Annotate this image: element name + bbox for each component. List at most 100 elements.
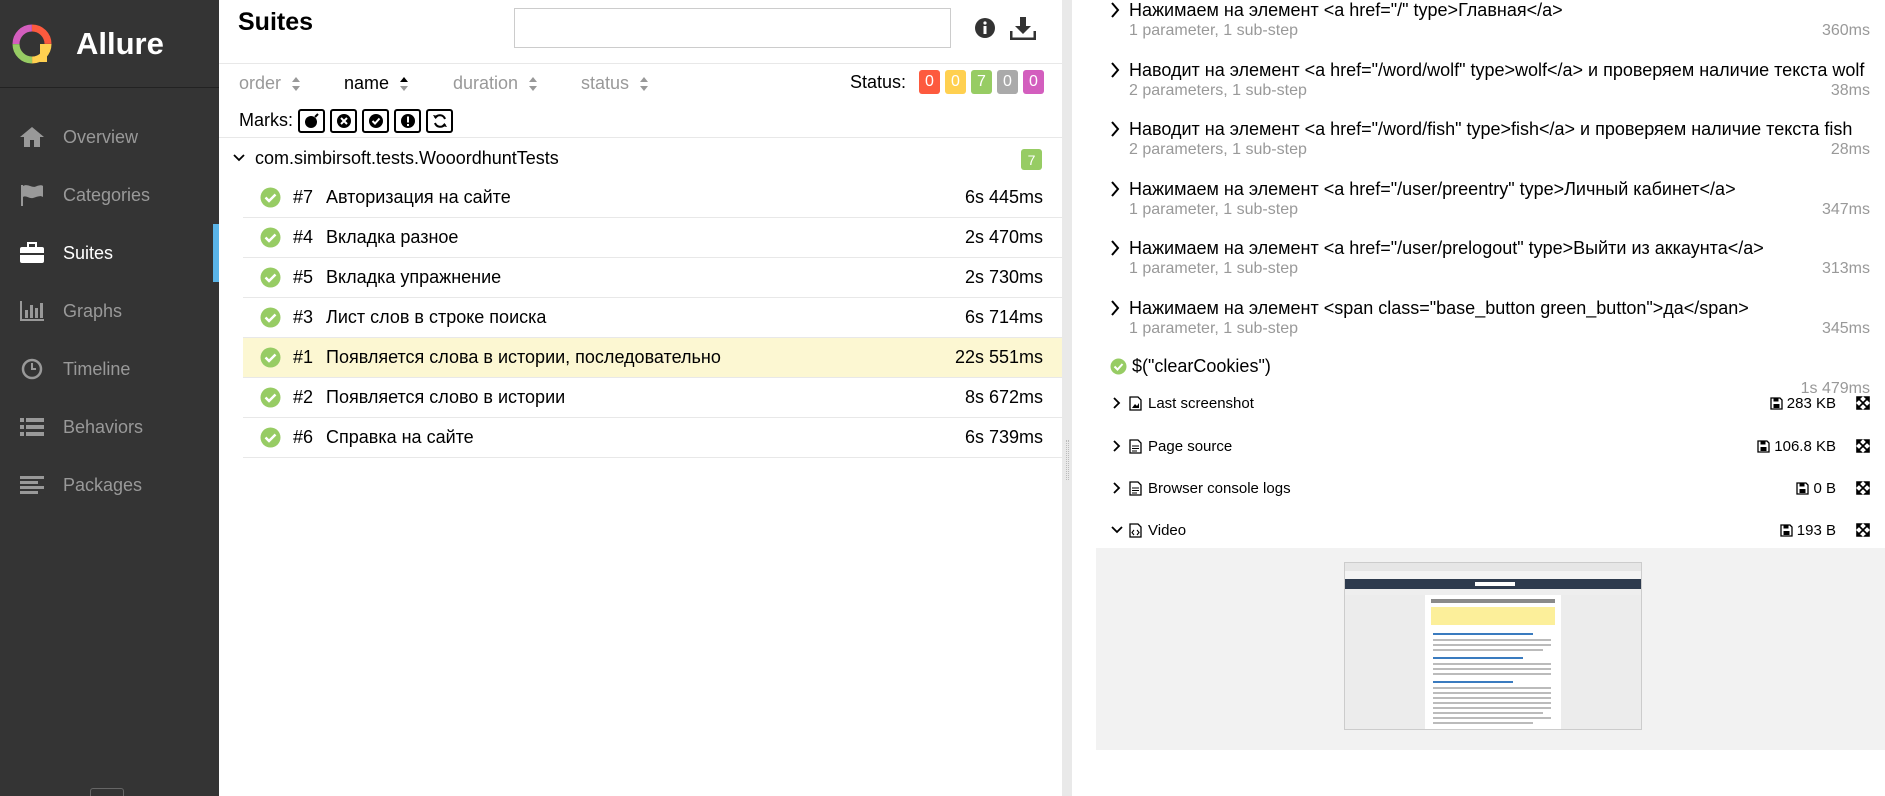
test-details-pane: Нажимаем на элемент <a href="/" type>Гла… xyxy=(1072,0,1885,796)
page-title: Suites xyxy=(238,8,314,36)
splitter-handle-icon[interactable] xyxy=(1066,440,1069,480)
step-duration: 360ms xyxy=(1821,22,1870,39)
mark-new-broken-button[interactable] xyxy=(394,108,421,133)
step-item[interactable]: Нажимаем на элемент <a href="/user/prelo… xyxy=(1110,238,1870,298)
marks-bar: Marks: xyxy=(219,104,1062,138)
test-row[interactable]: #3 Лист слов в строке поиска 6s 714ms xyxy=(243,298,1062,338)
test-row[interactable]: #4 Вкладка разное 2s 470ms xyxy=(243,218,1062,258)
download-button[interactable] xyxy=(1009,14,1037,42)
test-name: Вкладка упражнение xyxy=(326,267,502,287)
suite-group[interactable]: com.simbirsoft.tests.WooordhuntTests 7 xyxy=(219,138,1062,178)
sort-bar: order name duration status Status: 0 0 7… xyxy=(219,64,1062,104)
suite-group-name: com.simbirsoft.tests.WooordhuntTests xyxy=(255,147,559,168)
attachment-name: Page source xyxy=(1148,437,1233,455)
status-failed-badge[interactable]: 0 xyxy=(919,70,940,94)
info-icon xyxy=(975,18,995,38)
sidebar-item-label: Packages xyxy=(63,474,143,495)
pane-splitter[interactable] xyxy=(1062,0,1072,796)
clear-cookies-step[interactable]: $("clearCookies") xyxy=(1110,356,1271,377)
sidebar-item-graphs[interactable]: Graphs xyxy=(0,282,219,340)
test-row[interactable]: #7 Авторизация на сайте 6s 445ms xyxy=(243,178,1062,218)
test-row-selected[interactable]: #1 Появляется слова в истории, последова… xyxy=(243,338,1062,378)
save-icon xyxy=(1780,523,1793,537)
collapse-sidebar-icon[interactable] xyxy=(90,788,124,796)
status-unknown-badge[interactable]: 0 xyxy=(1023,70,1044,94)
mark-new-passed-button[interactable] xyxy=(362,108,389,133)
chevron-right-icon xyxy=(1111,2,1120,18)
test-row[interactable]: #2 Появляется слово в истории 8s 672ms xyxy=(243,378,1062,418)
step-item[interactable]: Нажимаем на элемент <span class="base_bu… xyxy=(1110,298,1870,358)
text-file-icon xyxy=(1129,438,1142,454)
status-skipped-badge[interactable]: 0 xyxy=(997,70,1018,94)
info-button[interactable] xyxy=(971,14,999,42)
test-duration: 6s 739ms xyxy=(964,427,1043,447)
sort-name[interactable]: name xyxy=(344,73,409,94)
passed-status-icon xyxy=(1110,358,1127,375)
attachment-video[interactable]: Video 193 B xyxy=(1110,517,1870,543)
step-duration: 345ms xyxy=(1821,320,1870,337)
attachment-last-screenshot[interactable]: Last screenshot 283 KB xyxy=(1110,390,1870,416)
step-item[interactable]: Нажимаем на элемент <a href="/user/preen… xyxy=(1110,179,1870,239)
test-list: #7 Авторизация на сайте 6s 445ms #4 Вкла… xyxy=(243,178,1062,458)
mark-retries-button[interactable] xyxy=(426,108,453,133)
allure-report-app: Allure Overview Categories Suites Graphs… xyxy=(0,0,1885,796)
attachment-page-source[interactable]: Page source 106.8 KB xyxy=(1110,433,1870,459)
chevron-right-icon xyxy=(1111,121,1120,137)
test-name: Появляется слова в истории, последовател… xyxy=(326,347,721,367)
step-duration: 313ms xyxy=(1821,260,1870,277)
step-title: $("clearCookies") xyxy=(1132,356,1271,376)
sort-order[interactable]: order xyxy=(239,73,301,94)
sidebar-item-overview[interactable]: Overview xyxy=(0,108,219,166)
attachment-name: Last screenshot xyxy=(1148,394,1254,412)
download-icon xyxy=(1010,17,1036,40)
step-item[interactable]: Наводит на элемент <a href="/word/wolf" … xyxy=(1110,60,1870,120)
step-title: Нажимаем на элемент <a href="/user/preen… xyxy=(1129,179,1736,199)
expand-icon[interactable] xyxy=(1856,523,1870,537)
brand[interactable]: Allure xyxy=(0,0,219,88)
status-filter: Status: 0 0 7 0 0 xyxy=(850,70,1044,94)
test-row[interactable]: #6 Справка на сайте 6s 739ms xyxy=(243,418,1062,458)
attachment-size: 193 B xyxy=(1796,521,1836,539)
attachment-size: 106.8 KB xyxy=(1774,437,1836,455)
image-file-icon xyxy=(1129,395,1142,411)
step-item[interactable]: Наводит на элемент <a href="/word/fish" … xyxy=(1110,119,1870,179)
sidebar-item-categories[interactable]: Categories xyxy=(0,166,219,224)
test-number: #6 xyxy=(293,427,314,447)
expand-icon[interactable] xyxy=(1856,439,1870,453)
test-row[interactable]: #5 Вкладка упражнение 2s 730ms xyxy=(243,258,1062,298)
sort-icon xyxy=(639,76,649,92)
step-summary: 2 parameters, 1 sub-step xyxy=(1129,82,1307,99)
sort-status[interactable]: status xyxy=(581,73,649,94)
sidebar: Allure Overview Categories Suites Graphs… xyxy=(0,0,219,796)
sidebar-item-behaviors[interactable]: Behaviors xyxy=(0,398,219,456)
sort-asc-icon xyxy=(399,76,409,92)
list-icon xyxy=(17,414,47,440)
sidebar-item-packages[interactable]: Packages xyxy=(0,456,219,514)
exclamation-circle-icon xyxy=(400,113,415,128)
sort-duration[interactable]: duration xyxy=(453,73,538,94)
sidebar-item-suites[interactable]: Suites xyxy=(0,224,219,282)
test-name: Справка на сайте xyxy=(326,427,474,447)
test-number: #2 xyxy=(293,387,314,407)
video-player[interactable] xyxy=(1344,562,1642,730)
step-item[interactable]: Нажимаем на элемент <a href="/" type>Гла… xyxy=(1110,0,1870,60)
mark-flaky-button[interactable] xyxy=(298,108,325,133)
expand-icon[interactable] xyxy=(1856,396,1870,410)
sidebar-item-label: Timeline xyxy=(63,358,131,379)
test-name: Лист слов в строке поиска xyxy=(326,307,547,327)
test-duration: 6s 445ms xyxy=(964,187,1043,207)
marks-label: Marks: xyxy=(239,110,293,130)
test-number: #1 xyxy=(293,347,314,367)
expand-icon[interactable] xyxy=(1856,481,1870,495)
status-passed-badge[interactable]: 7 xyxy=(971,70,992,94)
times-circle-icon xyxy=(336,113,351,128)
search-input[interactable] xyxy=(514,8,951,48)
chevron-right-icon xyxy=(1113,397,1121,409)
attachment-browser-console-logs[interactable]: Browser console logs 0 B xyxy=(1110,475,1870,501)
mark-new-failed-button[interactable] xyxy=(330,108,357,133)
status-broken-badge[interactable]: 0 xyxy=(945,70,966,94)
attachment-name: Video xyxy=(1148,521,1187,539)
align-left-icon xyxy=(17,472,47,498)
sidebar-item-timeline[interactable]: Timeline xyxy=(0,340,219,398)
passed-status-icon xyxy=(260,267,281,288)
